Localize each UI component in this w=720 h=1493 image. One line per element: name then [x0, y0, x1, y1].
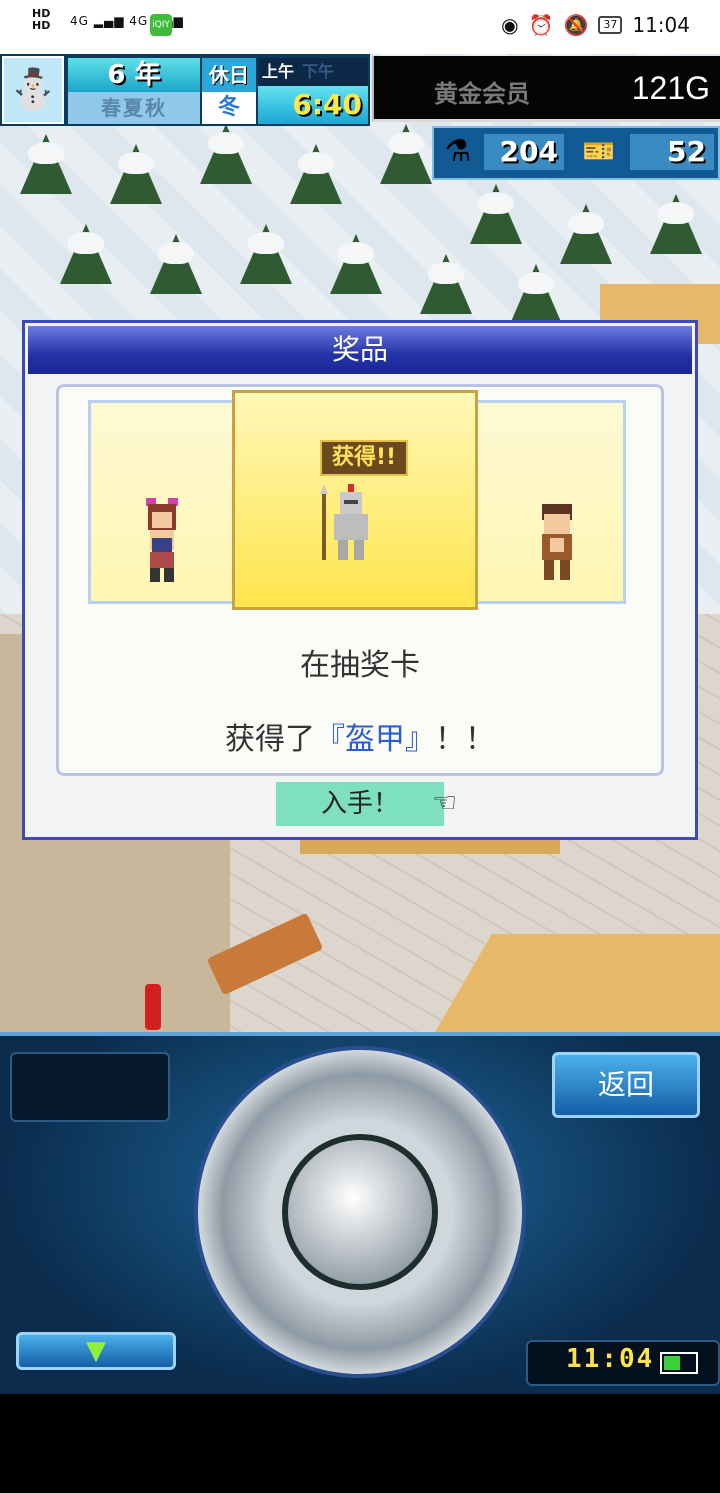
- obtain-button[interactable]: 入手！: [276, 782, 444, 826]
- mute-icon: 🔕: [563, 13, 589, 37]
- year-label: 6 年: [68, 58, 200, 92]
- eye-icon: ◉: [501, 13, 519, 37]
- tree: [420, 254, 472, 314]
- dialog-title: 奖品: [28, 326, 692, 374]
- boy-sprite: [542, 504, 572, 580]
- snowman-icon: ⛄: [2, 56, 64, 124]
- flask-icon: ⚗: [444, 134, 472, 169]
- tree: [290, 144, 342, 204]
- dpad-center-button[interactable]: [282, 1134, 438, 1290]
- back-button[interactable]: 返回: [552, 1052, 700, 1118]
- member-label: 黄金会员: [434, 80, 530, 108]
- device-clock: 11:04: [566, 1344, 655, 1374]
- tree: [560, 204, 612, 264]
- fire-extinguisher: [145, 984, 161, 1030]
- battery-icon: 37: [598, 16, 623, 34]
- tree: [200, 124, 252, 184]
- prize-item-name: 『盔甲』: [315, 722, 435, 757]
- prize-message-line2: 获得了『盔甲』！！: [225, 722, 495, 757]
- tree: [650, 194, 702, 254]
- am-pm-indicator: 上午 下午: [258, 58, 368, 86]
- tree: [330, 234, 382, 294]
- tree: [110, 144, 162, 204]
- gold-amount: 121G: [631, 70, 710, 106]
- app-notification-icon: iQIY: [150, 14, 172, 36]
- prize-message-line1: 在抽奖卡: [300, 648, 420, 683]
- girl-sprite: [146, 498, 178, 582]
- network-indicator: HD HD: [32, 7, 51, 32]
- game-clock: 6:40: [258, 86, 368, 124]
- holiday-label: 休日: [202, 58, 256, 92]
- alarm-icon: ⏰: [528, 13, 554, 37]
- status-time: 11:04: [632, 13, 690, 37]
- battery-icon: [660, 1352, 698, 1374]
- seasons-label: 春夏秋: [68, 92, 200, 124]
- pointing-hand-icon: ☜: [432, 786, 458, 819]
- current-season: 冬: [202, 92, 256, 124]
- tree: [380, 124, 432, 184]
- knight-armor-sprite: [320, 484, 368, 560]
- tree: [240, 224, 292, 284]
- research-points: 204: [484, 134, 564, 170]
- tree: [510, 264, 562, 324]
- status-right: ◉ ⏰ 🔕 37 11:04: [501, 13, 690, 37]
- ticket-count: 52: [630, 134, 714, 170]
- tree: [470, 184, 522, 244]
- ticket-icon: 🎫: [582, 137, 616, 167]
- info-screen: [10, 1052, 170, 1122]
- status-bar: HDHD 4G ▂▄▆ 4G ▂▄▆ iQIY ◉ ⏰ 🔕 37 11:04: [0, 0, 720, 54]
- tree: [150, 234, 202, 294]
- got-badge: 获得!!: [320, 440, 408, 476]
- scroll-down-button[interactable]: ▼: [16, 1332, 176, 1370]
- tree: [60, 224, 112, 284]
- tree: [20, 134, 72, 194]
